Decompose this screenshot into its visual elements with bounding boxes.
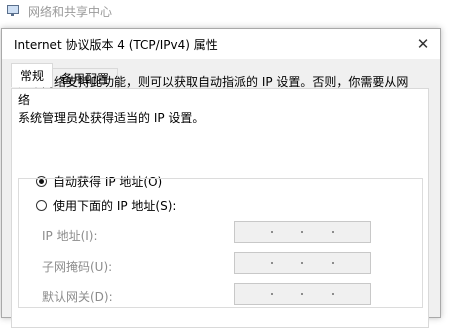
ip-address-label: IP 地址(I): — [42, 229, 98, 243]
ip-octet-separator — [331, 262, 334, 264]
subnet-mask-input[interactable] — [234, 252, 371, 274]
ip-settings-description: 如果网络支持此功能，则可以获取自动指派的 IP 设置。否则，你需要从网络 系统管… — [18, 73, 418, 127]
ip-octet-separator — [301, 262, 304, 264]
ip-octet-separator — [331, 293, 334, 295]
use-following-ip-label: 使用下面的 IP 地址(S): — [53, 197, 179, 214]
description-line-2: 系统管理员处获得适当的 IP 设置。 — [18, 111, 205, 125]
tab-general[interactable]: 常规 — [11, 63, 54, 87]
description-line-1: 如果网络支持此功能，则可以获取自动指派的 IP 设置。否则，你需要从网络 — [18, 75, 409, 107]
network-monitor-icon — [6, 5, 20, 17]
ip-octet-separator — [301, 293, 304, 295]
ip-octet-separator — [331, 231, 334, 233]
ip-octet-separator — [301, 231, 304, 233]
radio-unchecked-icon[interactable] — [36, 200, 47, 211]
ip-octet-separator — [271, 293, 274, 295]
dialog-title: Internet 协议版本 4 (TCP/IPv4) 属性 — [14, 37, 218, 52]
close-button[interactable]: ✕ — [406, 29, 440, 59]
use-following-ip-radio[interactable]: 使用下面的 IP 地址(S): — [36, 197, 179, 214]
default-gateway-input[interactable] — [234, 283, 371, 305]
close-icon: ✕ — [416, 35, 430, 53]
ip-address-input[interactable] — [234, 221, 371, 243]
background-window-title: 网络和共享中心 — [28, 4, 113, 19]
tab-general-label: 常规 — [20, 69, 45, 83]
ip-octet-separator — [271, 231, 274, 233]
background-titlebar: 网络和共享中心 — [0, 0, 450, 22]
dialog-titlebar: Internet 协议版本 4 (TCP/IPv4) 属性 ✕ — [2, 29, 440, 59]
ip-octet-separator — [271, 262, 274, 264]
subnet-mask-label: 子网掩码(U): — [42, 260, 113, 274]
default-gateway-label: 默认网关(D): — [42, 290, 113, 304]
